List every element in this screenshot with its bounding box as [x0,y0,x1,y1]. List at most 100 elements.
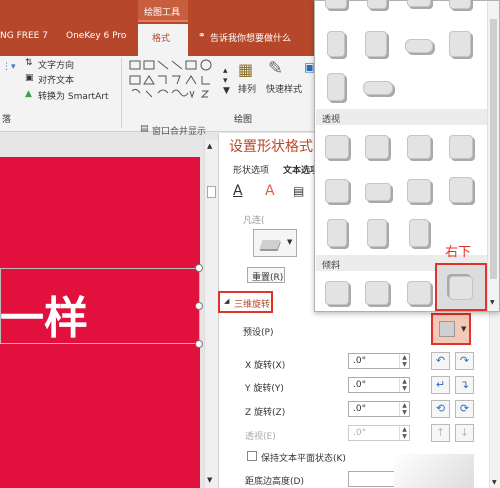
annotation-label: 右下 [445,245,472,260]
chevron-down-icon: ▼ [287,238,293,246]
z-rotation-label: Z 旋转(Z) [245,408,286,418]
preset-perspective[interactable] [367,219,387,247]
tab-format[interactable]: 格式 [138,24,188,56]
reset-label: 重置(R) [252,273,284,283]
tab-shape-options[interactable]: 形状选项 [233,163,269,176]
spinner-icon[interactable]: ▲▼ [399,402,409,416]
convert-smartart-button[interactable]: 转换为 SmartArt [38,89,108,102]
preset-perspective[interactable] [449,177,473,203]
preset-oblique-bottom-right[interactable] [435,263,487,311]
preset-perspective[interactable] [449,135,473,159]
cut-label: 凡连( [243,216,265,226]
scroll-up-icon[interactable]: ▲ [207,142,212,150]
bullets-icon[interactable]: ⋮▾ [2,62,16,72]
y-rotation-label: Y 旋转(Y) [245,384,284,394]
preset-perspective[interactable] [409,219,429,247]
preset-parallel[interactable] [367,0,387,9]
preset-parallel[interactable] [407,0,431,7]
slide-text[interactable]: 一样 [0,282,88,346]
preset-parallel[interactable] [449,31,471,57]
spinner-icon: ▲ ▼ [399,426,409,440]
keep-text-flat-label: 保持文本平面状态(K) [261,454,346,464]
scroll-down-icon[interactable]: ▼ [490,299,495,306]
narrow-field-icon: ↑ [431,424,450,442]
triangle-down-icon: ◢ [224,297,230,305]
scroll-down-icon[interactable]: ▼ [207,476,212,484]
preset-perspective[interactable] [325,135,349,159]
gallery-scroll-thumb[interactable] [490,19,497,279]
section-3d-rotation[interactable]: ◢ 三维旋转 [218,291,273,313]
preset-perspective[interactable] [365,135,389,159]
preset-oblique-top-right[interactable] [365,281,389,305]
pane-title: 设置形状格式 [229,139,313,155]
x-rotation-value: .0° [353,356,367,366]
tab-onekey[interactable]: OneKey 6 Pro [66,31,126,41]
tab-ng-free[interactable]: NG FREE 7 [0,31,48,41]
preset-parallel[interactable] [405,39,433,53]
preset-perspective[interactable] [407,179,431,203]
preset-perspective[interactable] [365,183,391,201]
preset-dropdown[interactable]: ▼ [431,313,471,345]
spinner-icon[interactable]: ▲▼ [399,378,409,392]
distance-from-ground-label: 距底边高度(D) [245,477,304,487]
preset-perspective[interactable] [327,219,347,247]
group-divider [121,58,122,128]
preset-parallel[interactable] [363,81,393,95]
keep-text-flat-checkbox[interactable] [247,451,257,461]
text-outline-icon[interactable]: A [265,183,275,199]
z-rotation-input[interactable]: .0° ▲ ▼ [348,401,410,417]
resize-handle-right[interactable] [195,302,203,310]
rotate-left-icon[interactable]: ↶ [431,352,450,370]
arrange-button[interactable]: 排列 [238,82,256,95]
preset-label: 预设(P) [243,328,274,338]
spinner-icon[interactable]: ▲▼ [399,354,409,368]
align-text-icon: ▣ [25,73,34,83]
window-merge-button[interactable]: 窗口合并显示 [152,124,206,137]
preset-perspective[interactable] [325,179,349,203]
scroll-thumb[interactable] [207,186,216,198]
x-rotation-input[interactable]: .0° ▲ ▼ [348,353,410,369]
text-fill-icon[interactable]: A [233,183,243,199]
x-rotation-label: X 旋转(X) [245,361,286,371]
reset-button[interactable]: 重置(R) [247,267,285,283]
material-preview [259,240,281,249]
preset-oblique-top-left[interactable] [325,281,349,305]
preset-parallel[interactable] [327,73,345,101]
rotate-counterclockwise-icon[interactable]: ⟲ [431,400,450,418]
text-direction-button[interactable]: 文字方向 [38,58,74,71]
preset-perspective[interactable] [407,135,431,159]
group-label-paragraph: 落 [2,115,12,125]
rotate-down-icon[interactable]: ↴ [455,376,474,394]
widen-field-icon: ↓ [455,424,474,442]
lightbulb-icon: ⚭ [198,31,206,41]
preset-parallel[interactable] [327,31,345,57]
resize-handle-bottom-right[interactable] [195,340,203,348]
scroll-down-icon[interactable]: ▼ [492,479,497,486]
slide-scrollbar[interactable]: ▲ ▼ [204,140,218,488]
quick-styles-button[interactable]: 快速样式 [266,82,302,95]
window-merge-icon: ▤ [140,124,149,134]
group-label-drawing: 绘图 [234,115,253,125]
y-rotation-input[interactable]: .0° ▲ ▼ [348,377,410,393]
tell-me-search[interactable]: 告诉我你想要做什么 [210,31,291,44]
preset-parallel[interactable] [449,0,471,9]
preset-preview [439,321,455,337]
align-text-button[interactable]: 对齐文本 [38,73,74,86]
text-direction-icon: ⇅ [25,58,33,68]
preset-parallel[interactable] [325,0,347,9]
mouse-pointer-shadow [394,454,474,488]
gallery-scrollbar[interactable]: ▼ [487,1,499,311]
section-3d-rotation-label: 三维旋转 [234,300,271,310]
section-perspective-header: 透视 [316,109,488,125]
resize-handle-top-right[interactable] [195,264,203,272]
text-box-icon[interactable]: ▤ [293,184,304,198]
rotate-right-icon[interactable]: ↷ [455,352,474,370]
preset-oblique-bottom-left[interactable] [407,281,431,305]
material-dropdown[interactable]: ▼ [253,229,297,257]
rotate-clockwise-icon[interactable]: ⟳ [455,400,474,418]
rotate-up-icon[interactable]: ↵ [431,376,450,394]
shapes-gallery[interactable] [128,58,224,104]
shapes-scroll-icon[interactable]: ▴ ▾ ▼ [223,66,230,96]
z-rotation-value: .0° [353,404,367,414]
preset-parallel[interactable] [365,31,387,57]
